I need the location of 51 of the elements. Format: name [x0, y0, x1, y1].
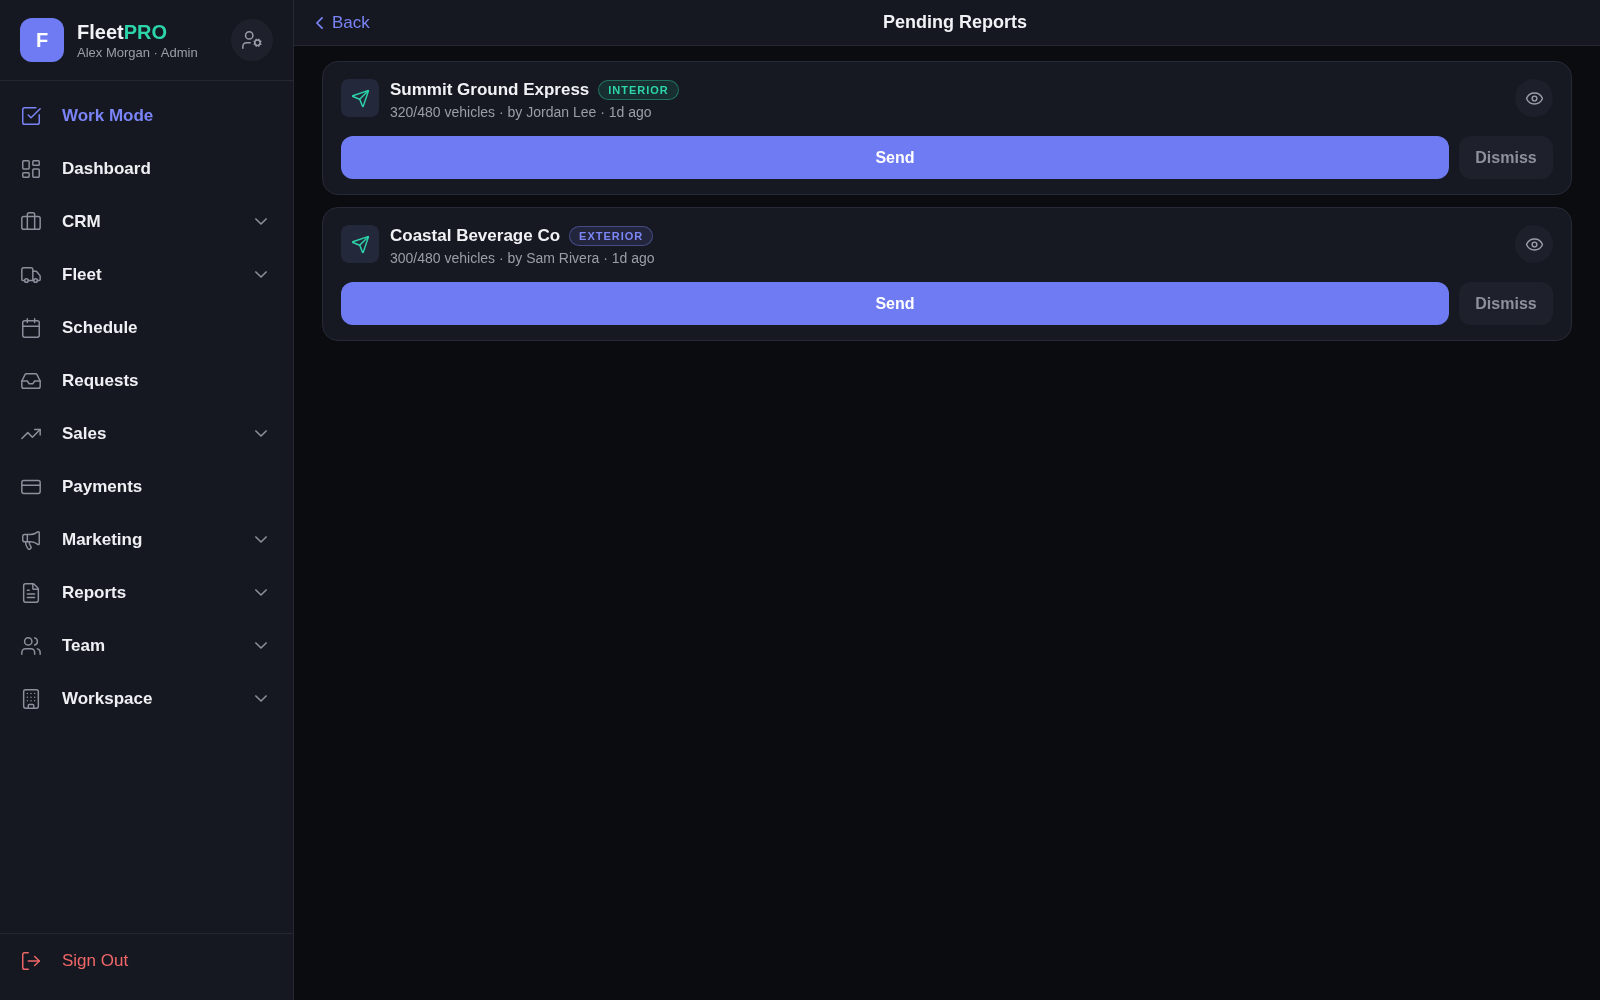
nav-item[interactable]: CRM	[0, 195, 293, 248]
report-title: Summit Ground Express	[390, 79, 590, 102]
grid-icon	[20, 157, 42, 180]
exit-icon	[20, 950, 42, 972]
chevron-down-icon	[255, 589, 267, 596]
building-icon	[20, 687, 42, 710]
user-gear-icon	[241, 29, 263, 51]
user-role: Alex Morgan · Admin	[77, 43, 198, 61]
chevron-down-icon	[255, 430, 267, 437]
people-icon	[20, 634, 42, 657]
nav-item[interactable]: Reports	[0, 566, 293, 619]
paper-plane-icon	[341, 79, 379, 117]
chevron-down-icon	[255, 536, 267, 543]
nav-item[interactable]: Marketing	[0, 513, 293, 566]
chevron-left-icon	[316, 16, 323, 29]
paper-plane-icon	[341, 225, 379, 263]
square-check-icon	[20, 104, 42, 127]
nav-item[interactable]: Sales	[0, 407, 293, 460]
nav-item[interactable]: Dashboard	[0, 142, 293, 195]
report-details: 320/480 vehicles · by Jordan Lee · 1d ago	[390, 103, 652, 122]
page-title: Pending Reports	[882, 11, 1027, 34]
send-button[interactable]: Send	[341, 282, 1449, 325]
nav-item[interactable]: Schedule	[0, 301, 293, 354]
dismiss-button[interactable]: Dismiss	[1459, 136, 1553, 179]
category-tag: INTERIOR	[598, 80, 679, 100]
chevron-down-icon	[255, 271, 267, 278]
nav-item[interactable]: Workspace	[0, 672, 293, 725]
document-icon	[20, 581, 42, 604]
dismiss-button[interactable]: Dismiss	[1459, 282, 1553, 325]
nav-item[interactable]: Payments	[0, 460, 293, 513]
nav-item[interactable]: Team	[0, 619, 293, 672]
calendar-icon	[20, 316, 42, 339]
preview-button[interactable]	[1515, 225, 1553, 263]
report-title: Coastal Beverage Co	[390, 225, 561, 248]
preview-button[interactable]	[1515, 79, 1553, 117]
app-logo: F	[20, 18, 64, 62]
briefcase-icon	[20, 210, 42, 233]
report-details: 300/480 vehicles · by Sam Rivera · 1d ago	[390, 249, 655, 268]
sign-out-button[interactable]: Sign Out	[0, 934, 293, 988]
chevron-down-icon	[255, 642, 267, 649]
chevron-down-icon	[255, 695, 267, 702]
megaphone-icon	[20, 528, 42, 551]
category-tag: EXTERIOR	[569, 226, 654, 246]
back-link[interactable]: Back	[316, 9, 370, 36]
nav-item[interactable]: Requests	[0, 354, 293, 407]
chevron-down-icon	[255, 218, 267, 225]
account-settings-button[interactable]	[231, 19, 273, 61]
brand-name: FleetPRO	[77, 19, 168, 44]
nav-item[interactable]: Fleet	[0, 248, 293, 301]
send-button[interactable]: Send	[341, 136, 1449, 179]
nav-item[interactable]: Work Mode	[0, 89, 293, 142]
